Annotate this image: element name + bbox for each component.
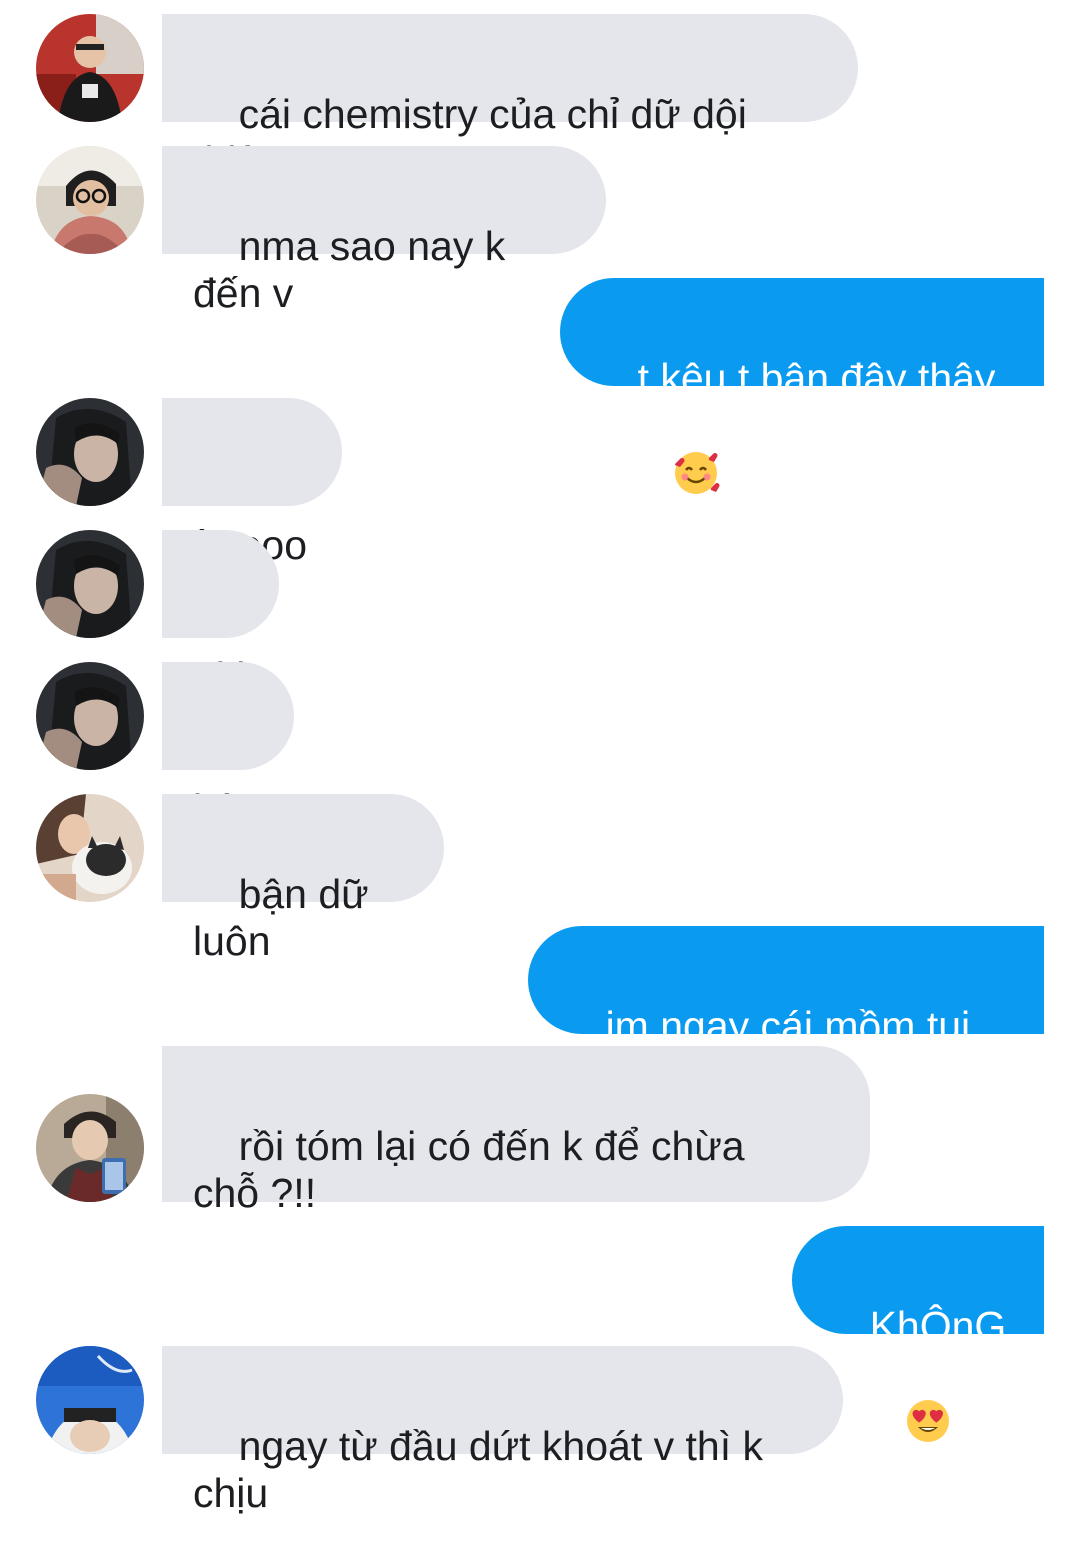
message-row: im ngay cái mồm tụi bây bbox=[0, 926, 1080, 1096]
avatar[interactable] bbox=[36, 1346, 144, 1454]
message-row: t kêu t bận đây thây bbox=[0, 278, 1080, 494]
avatar[interactable] bbox=[36, 146, 144, 254]
avatar-girl-dark-icon bbox=[36, 662, 144, 770]
message-bubble[interactable]: uki bbox=[162, 530, 279, 700]
message-bubble[interactable]: òoooo bbox=[162, 398, 342, 568]
message-row: KhÔnG bbox=[0, 1226, 1080, 1442]
message-bubble[interactable]: ngay từ đầu dứt khoát v thì k chịu bbox=[162, 1346, 843, 1516]
message-bubble[interactable]: im ngay cái mồm tụi bây bbox=[528, 926, 1044, 1096]
message-bubble[interactable]: bận dữ luôn bbox=[162, 794, 444, 964]
avatar[interactable] bbox=[36, 398, 144, 506]
avatar[interactable] bbox=[36, 1094, 144, 1202]
message-row: uki bbox=[0, 530, 1080, 700]
avatar-red-jacket-icon bbox=[36, 14, 144, 122]
message-row: ngay từ đầu dứt khoát v thì k chịu bbox=[0, 1346, 1080, 1516]
message-bubble[interactable]: rồi tóm lại có đến k để chừa chỗ ?!! bbox=[162, 1046, 870, 1216]
avatar-girl-dark-icon bbox=[36, 530, 144, 638]
message-bubble[interactable]: KhÔnG bbox=[792, 1226, 1044, 1442]
avatar-boy-phone-icon bbox=[36, 1094, 144, 1202]
message-row: bận bbox=[0, 662, 1080, 832]
avatar[interactable] bbox=[36, 662, 144, 770]
avatar[interactable] bbox=[36, 794, 144, 902]
avatar[interactable] bbox=[36, 14, 144, 122]
message-row: rồi tóm lại có đến k để chừa chỗ ?!! bbox=[0, 1046, 1080, 1216]
message-bubble[interactable]: cái chemistry của chỉ dữ dội thiệc bbox=[162, 14, 858, 184]
message-row: nma sao nay k đến v bbox=[0, 146, 1080, 316]
message-bubble[interactable]: bận bbox=[162, 662, 294, 832]
message-row: bận dữ luôn bbox=[0, 794, 1080, 964]
message-text: ngay từ đầu dứt khoát v thì k chịu bbox=[193, 1423, 775, 1516]
message-row: òoooo bbox=[0, 398, 1080, 568]
message-bubble[interactable]: nma sao nay k đến v bbox=[162, 146, 606, 316]
message-bubble[interactable]: t kêu t bận đây thây bbox=[560, 278, 1044, 494]
message-text: t kêu t bận đây thây bbox=[637, 355, 996, 401]
avatar-sky-icon bbox=[36, 1346, 144, 1454]
message-row: cái chemistry của chỉ dữ dội thiệc bbox=[0, 14, 1080, 184]
message-text: KhÔnG bbox=[869, 1303, 1007, 1349]
avatar-girl-cat-icon bbox=[36, 794, 144, 902]
avatar-glasses-icon bbox=[36, 146, 144, 254]
message-text: rồi tóm lại có đến k để chừa chỗ ?!! bbox=[193, 1123, 745, 1216]
avatar-girl-dark-icon bbox=[36, 398, 144, 506]
avatar[interactable] bbox=[36, 530, 144, 638]
